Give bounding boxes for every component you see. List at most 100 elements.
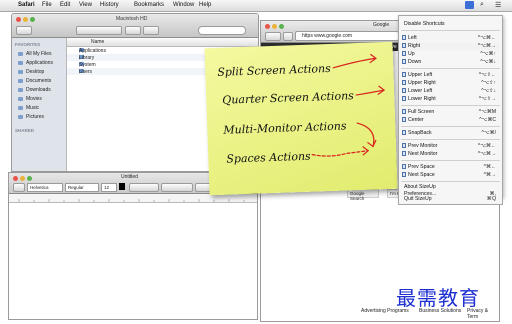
menu-window[interactable]: Window <box>173 2 194 8</box>
menu-item-prev-monitor[interactable]: Prev Monitor ^⌥⌘← <box>399 142 502 150</box>
menu-history[interactable]: History <box>100 2 119 8</box>
full-screen-icon <box>402 109 406 114</box>
menu-view[interactable]: View <box>79 2 92 8</box>
menu-item-next-space[interactable]: Next Space ^⌘→ <box>399 171 502 179</box>
search-input[interactable] <box>198 26 246 35</box>
arrow-spaces <box>311 150 369 157</box>
arrow-multi-monitor-head <box>367 139 377 148</box>
spotlight-icon[interactable]: ⌕ <box>480 1 484 9</box>
font-size-select[interactable]: 12 <box>101 183 117 192</box>
menu-separator <box>401 68 500 69</box>
finder-toolbar: Macintosh HD <box>12 14 258 38</box>
menu-item-lower-left[interactable]: Lower Left ^⌥⇧↓ <box>399 87 502 95</box>
note-arrows <box>311 53 386 157</box>
zoom-button[interactable] <box>27 176 32 181</box>
sidebar-item-music[interactable]: Music <box>18 105 39 111</box>
back-forward-button[interactable] <box>265 32 281 41</box>
minimize-button[interactable] <box>23 17 28 22</box>
sizeup-status-icon[interactable] <box>465 1 474 9</box>
close-button[interactable] <box>13 176 18 181</box>
font-weight-select[interactable]: Regular <box>65 183 99 192</box>
text-color-swatch[interactable] <box>119 183 125 190</box>
all-files-icon <box>18 52 23 56</box>
finder-sidebar: FAVORITES All My Files Applications Desk… <box>12 38 67 171</box>
ruler[interactable] <box>9 194 257 203</box>
prev-space-icon <box>402 164 406 169</box>
sidebar-item-downloads[interactable]: Downloads <box>18 87 51 93</box>
menu-item-center[interactable]: Center ^⌥⌘C <box>399 116 502 124</box>
arrow-split-screen <box>332 57 376 69</box>
font-family-select[interactable]: Helvetica <box>27 183 63 192</box>
bottom-half-icon <box>402 59 406 64</box>
address-text: https www.google.com <box>302 33 353 39</box>
sidebar-item-all-my-files[interactable]: All My Files <box>18 51 52 57</box>
menu-separator <box>401 30 500 31</box>
sticky-note: Split Screen Actions Quarter Screen Acti… <box>204 41 398 196</box>
menu-separator <box>401 160 500 161</box>
right-half-icon <box>402 43 406 48</box>
menu-item-next-monitor[interactable]: Next Monitor ^⌥⌘→ <box>399 150 502 158</box>
movies-icon <box>18 97 23 101</box>
minimize-button[interactable] <box>20 176 25 181</box>
google-search-button[interactable]: Google Search <box>347 189 379 201</box>
menu-item-snapback[interactable]: SnapBack ^⌥⌘/ <box>399 129 502 137</box>
minimize-button[interactable] <box>272 24 277 29</box>
menu-separator <box>401 139 500 140</box>
back-forward-button[interactable] <box>16 26 32 35</box>
document-title: Untitled <box>121 174 138 180</box>
pictures-icon <box>18 115 23 119</box>
music-icon <box>18 106 23 110</box>
menu-safari[interactable]: Safari <box>18 2 35 8</box>
paragraph-style-button[interactable] <box>13 183 25 192</box>
menu-separator <box>401 105 500 106</box>
bold-italic-underline-buttons[interactable] <box>129 183 159 192</box>
left-half-icon <box>402 35 406 40</box>
menu-file[interactable]: File <box>42 2 52 8</box>
desktop-icon <box>18 70 23 74</box>
ruler-ticks <box>18 199 245 202</box>
menu-item-quit[interactable]: Quit SizeUp ⌘Q <box>398 196 503 205</box>
notification-list-icon[interactable]: ☰ <box>495 1 501 9</box>
zoom-button[interactable] <box>30 17 35 22</box>
column-header[interactable]: Name <box>67 38 258 47</box>
menu-separator <box>401 181 500 182</box>
zoom-button[interactable] <box>279 24 284 29</box>
menu-help[interactable]: Help <box>199 2 211 8</box>
action-button[interactable] <box>143 26 159 35</box>
sidebar-item-pictures[interactable]: Pictures <box>18 114 44 120</box>
close-button[interactable] <box>265 24 270 29</box>
sidebar-item-movies[interactable]: Movies <box>18 96 42 102</box>
tab-title: Google <box>373 22 390 28</box>
arrange-button[interactable] <box>125 26 141 35</box>
sidebar-item-applications[interactable]: Applications <box>18 60 53 66</box>
column-name: Name <box>91 39 105 45</box>
menu-bookmarks[interactable]: Bookmarks <box>134 2 164 8</box>
sidebar-item-desktop[interactable]: Desktop <box>18 69 44 75</box>
menu-item-down[interactable]: Down ^⌥⌘↓ <box>399 58 502 66</box>
center-icon <box>402 117 406 122</box>
menu-item-up[interactable]: Up ^⌥⌘↑ <box>399 50 502 58</box>
share-button[interactable] <box>283 32 293 41</box>
view-switcher[interactable] <box>76 26 122 35</box>
menu-item-left[interactable]: Left ^⌥⌘← <box>399 34 502 42</box>
menu-item-full-screen[interactable]: Full Screen ^⌥⌘M <box>399 108 502 116</box>
menu-item-upper-right[interactable]: Upper Right ^⌥⇧↑ <box>399 79 502 87</box>
top-half-icon <box>402 51 406 56</box>
applications-icon <box>18 61 23 65</box>
menu-item-lower-right[interactable]: Lower Right ^⌥⇧→ <box>399 95 502 103</box>
menu-item-upper-left[interactable]: Upper Left ^⌥⇧← <box>399 71 502 79</box>
menu-item-prev-space[interactable]: Prev Space ^⌘← <box>399 163 502 171</box>
menu-item-right[interactable]: Right ^⌥⌘→ <box>399 42 502 50</box>
address-bar[interactable]: https www.google.com <box>295 31 399 41</box>
finder-title: Macintosh HD <box>116 16 148 22</box>
menu-edit[interactable]: Edit <box>60 2 70 8</box>
arrow-multi-monitor <box>356 122 375 148</box>
next-space-icon <box>402 172 406 177</box>
favorites-header: FAVORITES <box>15 42 41 47</box>
sizeup-menu: Disable Shortcuts Left ^⌥⌘← Right ^⌥⌘→ Up ^… <box>398 15 503 197</box>
close-button[interactable] <box>16 17 21 22</box>
menu-item-disable-shortcuts[interactable]: Disable Shortcuts <box>399 20 502 28</box>
upper-left-quarter-icon <box>402 72 406 77</box>
alignment-buttons[interactable] <box>161 183 193 192</box>
sidebar-item-documents[interactable]: Documents <box>18 78 51 84</box>
